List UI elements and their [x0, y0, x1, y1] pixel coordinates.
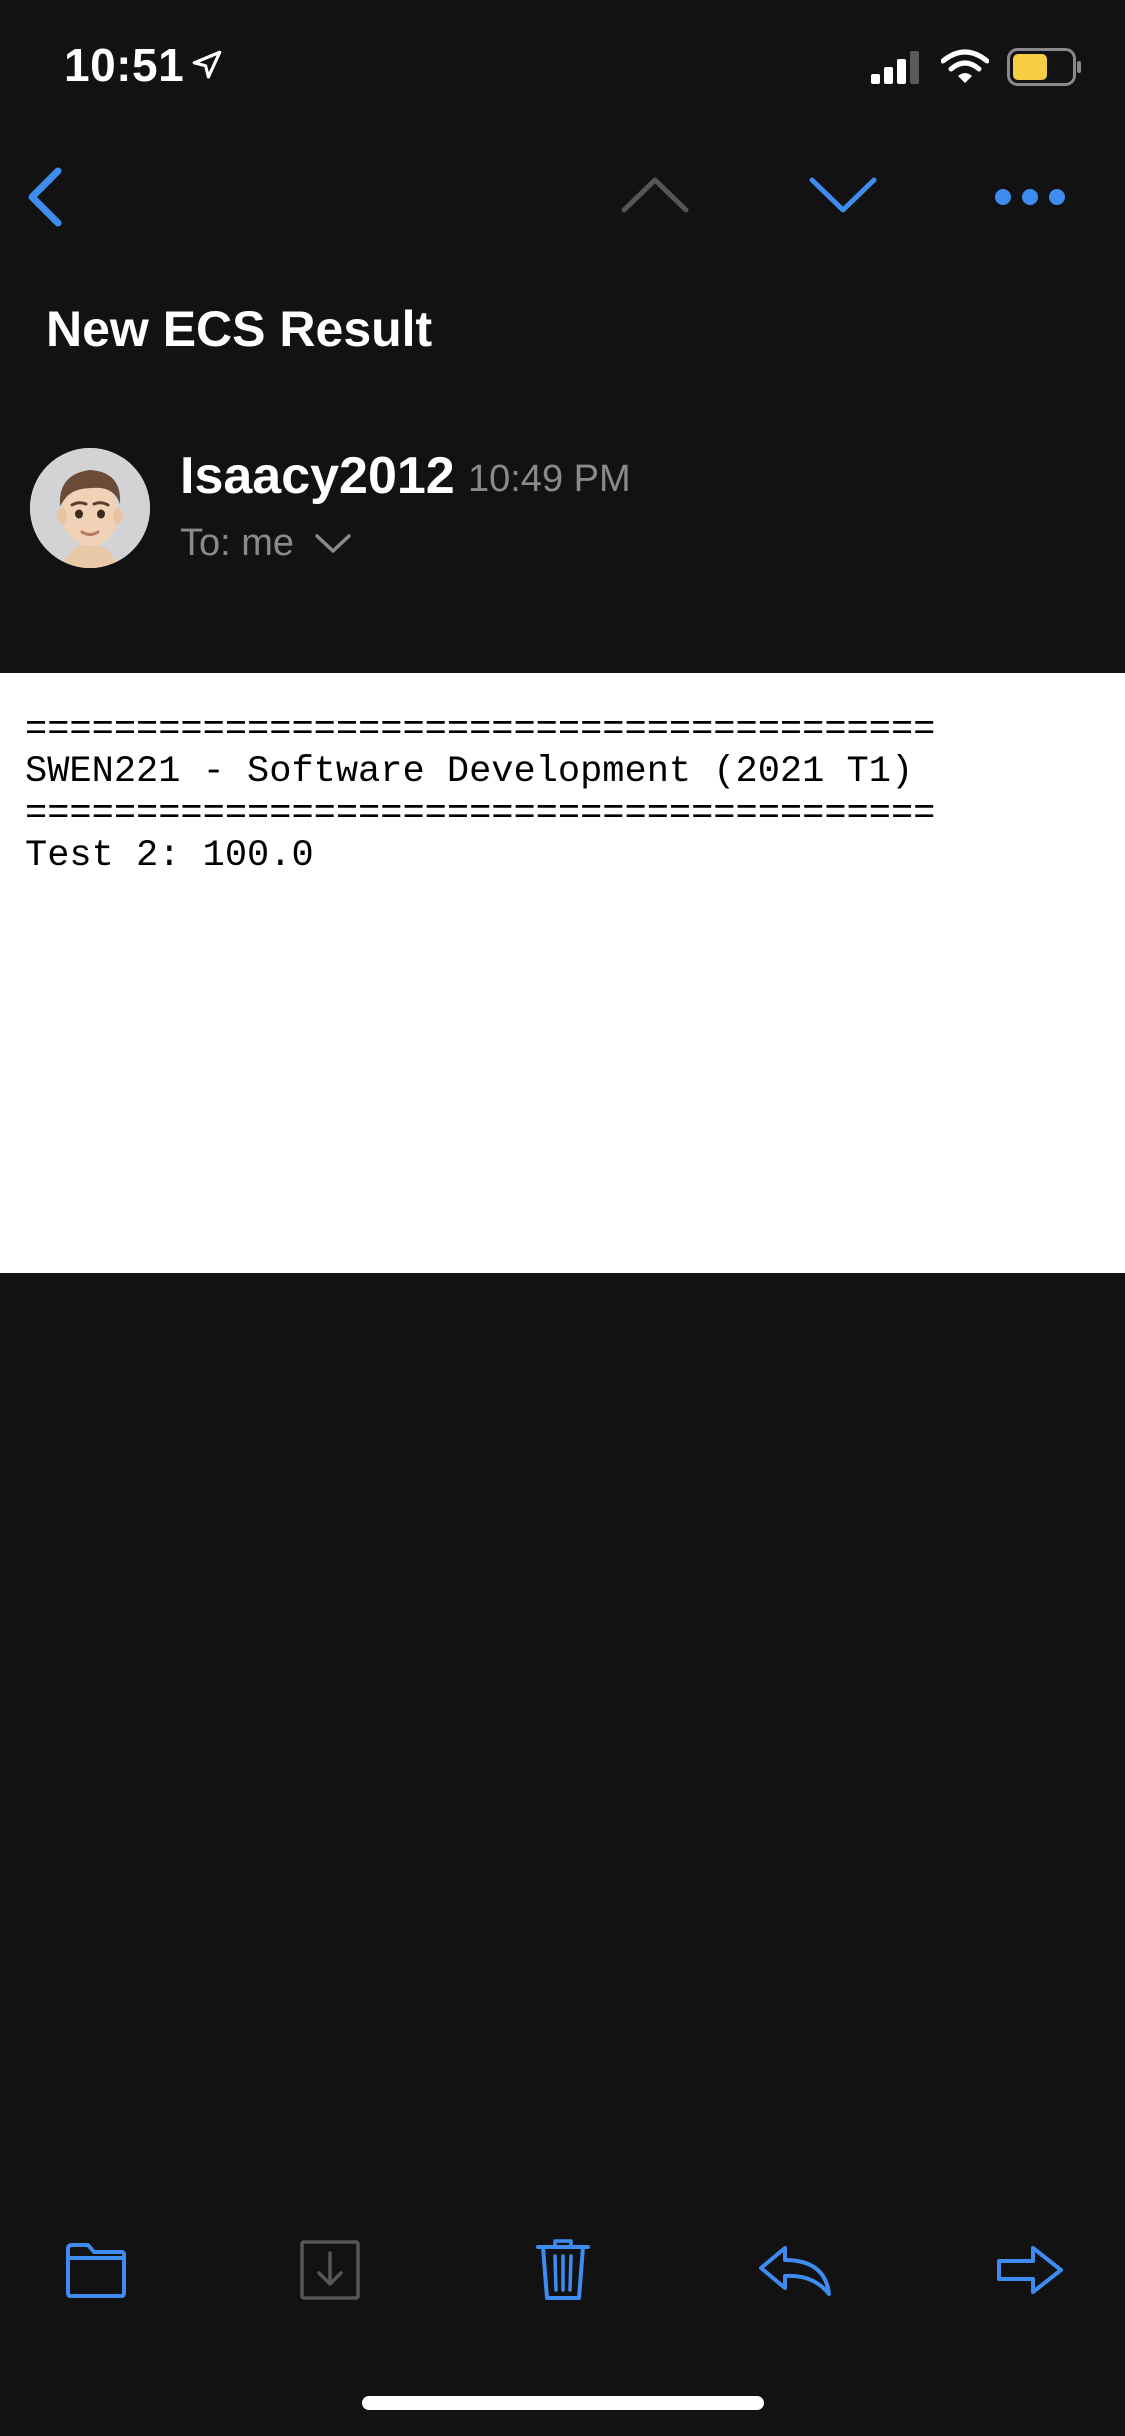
wifi-icon: [941, 49, 989, 83]
ellipsis-icon: [995, 189, 1065, 205]
body-line: SWEN221 - Software Development (2021 T1): [25, 751, 914, 793]
next-message-button[interactable]: [808, 170, 878, 220]
forward-button[interactable]: [990, 2230, 1070, 2310]
previous-message-button[interactable]: [620, 170, 690, 220]
recipients-toggle[interactable]: To: me: [180, 522, 352, 565]
body-line: ========================================…: [25, 709, 936, 751]
chevron-down-icon: [315, 533, 351, 553]
status-bar-indicators: [871, 48, 1083, 86]
sender-avatar[interactable]: [30, 448, 150, 568]
sender-name[interactable]: Isaacy2012: [180, 446, 455, 506]
body-line: Test 2: 100.0: [25, 835, 314, 877]
trash-icon: [536, 2239, 590, 2300]
cellular-signal-icon: [871, 51, 919, 84]
message-body-text: ========================================…: [25, 709, 935, 877]
folder-icon: [66, 2243, 126, 2298]
archive-icon: [300, 2240, 360, 2300]
chevron-down-icon: [809, 177, 877, 213]
clock-text: 10:51: [64, 39, 185, 91]
chevron-up-icon: [621, 177, 689, 213]
archive-button[interactable]: [290, 2230, 370, 2310]
status-bar-time: 10:51: [64, 38, 224, 92]
message-time: 10:49 PM: [468, 458, 631, 500]
move-to-folder-button[interactable]: [56, 2230, 136, 2310]
delete-button[interactable]: [523, 2230, 603, 2310]
back-button[interactable]: [20, 165, 70, 229]
message-subject: New ECS Result: [46, 301, 433, 357]
recipients-label: To: me: [180, 522, 295, 564]
chevron-left-icon: [28, 167, 62, 227]
location-arrow-icon: [192, 50, 222, 79]
memoji-avatar-icon: [30, 448, 150, 568]
body-line: ========================================…: [25, 793, 936, 835]
forward-icon: [997, 2246, 1063, 2294]
message-body: ========================================…: [0, 673, 1125, 1273]
more-options-button[interactable]: [990, 182, 1070, 212]
home-indicator[interactable]: [362, 2396, 764, 2410]
reply-button[interactable]: [755, 2230, 835, 2310]
battery-icon: [1007, 48, 1081, 86]
reply-icon: [759, 2246, 831, 2296]
